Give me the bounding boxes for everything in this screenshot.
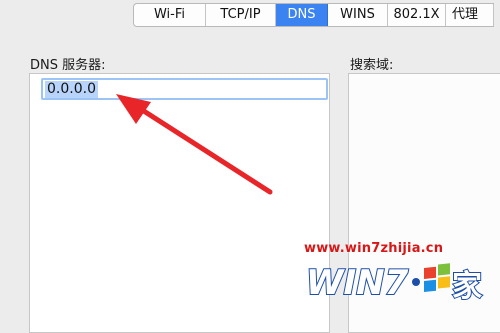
dns-server-value[interactable]: 0.0.0.0 [45, 81, 98, 98]
watermark-logo: WIN7 家 [305, 262, 483, 305]
svg-text:WIN7: WIN7 [306, 263, 409, 303]
svg-text:家: 家 [452, 269, 482, 304]
windows-logo-icon [424, 263, 450, 292]
tab-8021x[interactable]: 802.1X [388, 4, 446, 26]
tab-bar: Wi-Fi TCP/IP DNS WINS 802.1X 代理 [133, 3, 494, 27]
tab-dns[interactable]: DNS [276, 4, 328, 26]
watermark-url: www.win7zhijia.cn [304, 241, 444, 256]
dns-servers-list[interactable]: 0.0.0.0 [29, 73, 330, 333]
tab-wifi[interactable]: Wi-Fi [134, 4, 206, 26]
dns-servers-label: DNS 服务器: [30, 58, 106, 73]
tab-tcpip[interactable]: TCP/IP [206, 4, 276, 26]
search-domains-label: 搜索域: [350, 58, 394, 73]
dns-server-entry[interactable]: 0.0.0.0 [41, 78, 328, 100]
tab-proxy[interactable]: 代理 [446, 4, 494, 26]
tab-wins[interactable]: WINS [328, 4, 388, 26]
network-dns-panel: Wi-Fi TCP/IP DNS WINS 802.1X 代理 DNS 服务器:… [0, 0, 500, 333]
